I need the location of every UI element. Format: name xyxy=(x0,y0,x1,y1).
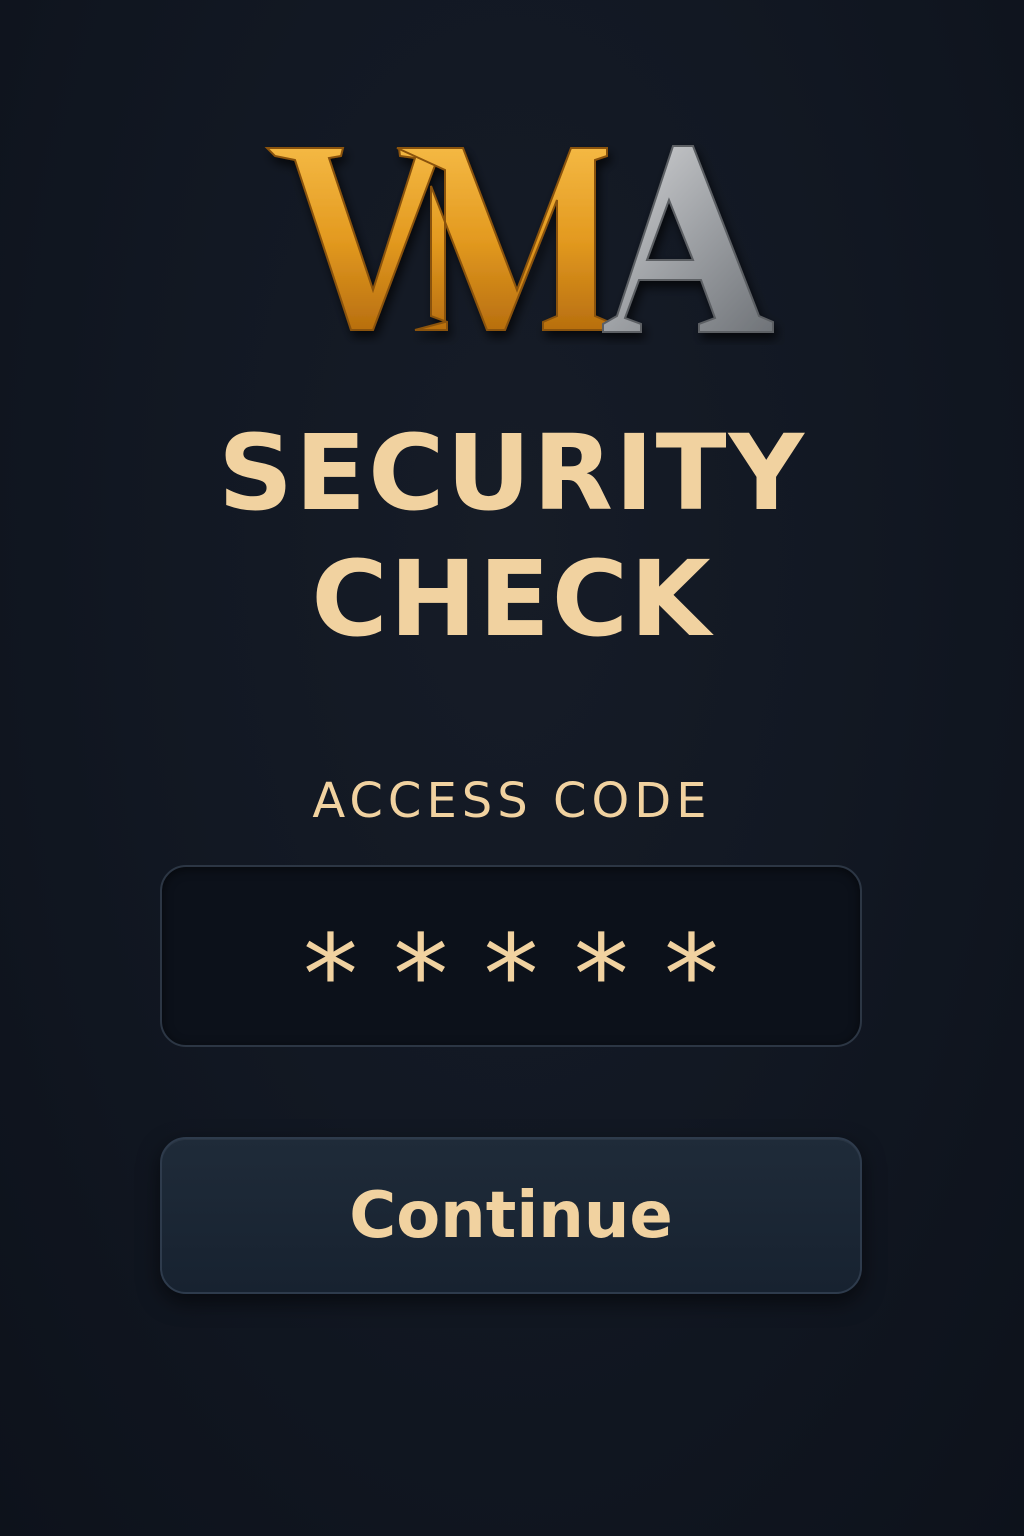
continue-button[interactable]: Continue xyxy=(160,1137,862,1294)
security-check-screen: SECURITY CHECK ACCESS CODE ***** Continu… xyxy=(0,0,1024,1536)
continue-button-label: Continue xyxy=(349,1178,673,1253)
access-code-value: ***** xyxy=(297,911,749,1039)
logo-letter-v xyxy=(264,147,453,331)
vma-logo xyxy=(255,140,785,345)
page-title: SECURITY CHECK xyxy=(0,410,1024,662)
title-line-1: SECURITY xyxy=(218,412,806,534)
title-line-2: CHECK xyxy=(311,538,713,660)
access-code-input[interactable]: ***** xyxy=(160,865,862,1047)
logo-letter-a xyxy=(602,145,774,333)
access-code-label: ACCESS CODE xyxy=(312,773,712,829)
